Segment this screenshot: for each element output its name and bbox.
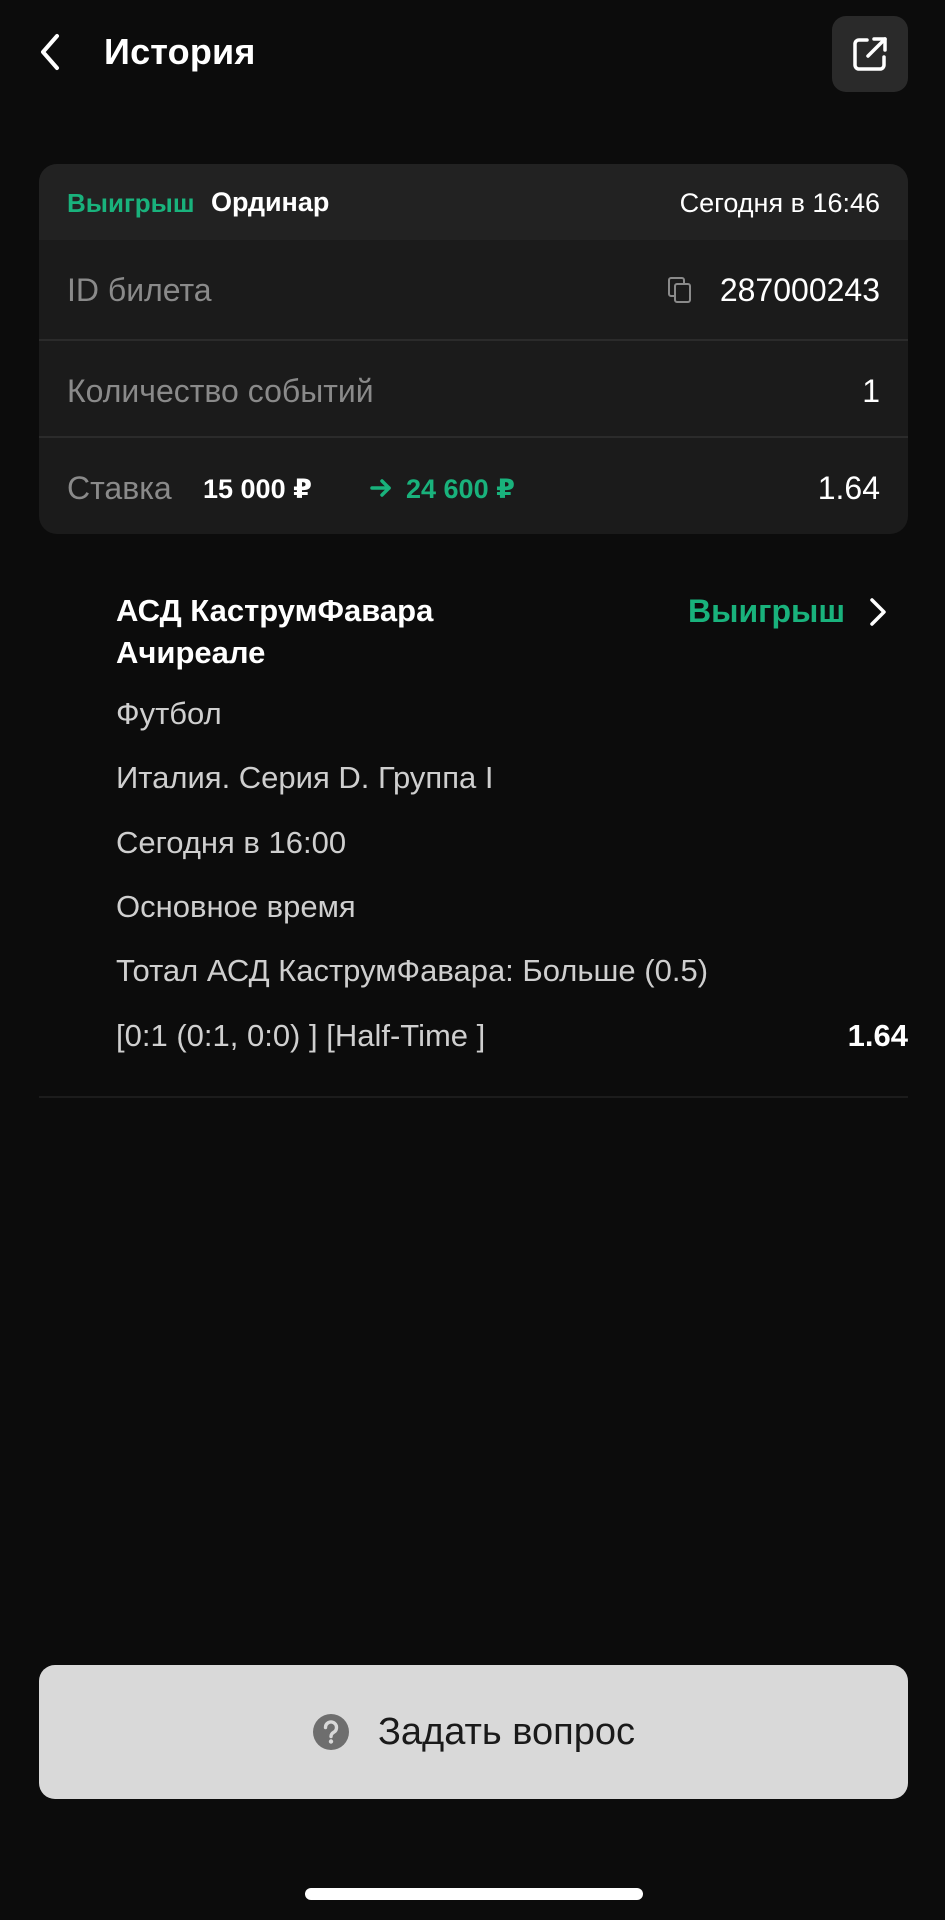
arrow-right-icon bbox=[370, 479, 391, 497]
ticket-status: Выигрыш bbox=[67, 188, 195, 218]
home-indicator[interactable] bbox=[305, 1888, 643, 1900]
ticket-id-value: 287000243 bbox=[719, 272, 880, 308]
event-sport: Футбол bbox=[116, 696, 222, 731]
page-title: История bbox=[104, 31, 256, 72]
bet-type: Ординар bbox=[211, 187, 330, 217]
win-amount: 24 600 ₽ bbox=[406, 474, 515, 504]
events-count-label: Количество событий bbox=[67, 373, 374, 409]
header: История bbox=[0, 0, 945, 110]
event-status: Выигрыш bbox=[688, 593, 845, 629]
ticket-datetime: Сегодня в 16:46 bbox=[679, 188, 880, 218]
event-score: [0:1 (0:1, 0:0) ] [Half-Time ] bbox=[116, 1018, 486, 1053]
events-count-row: Количество событий 1 bbox=[39, 341, 908, 440]
chevron-right-icon[interactable] bbox=[866, 596, 890, 628]
question-circle-icon bbox=[312, 1714, 349, 1750]
stake-amount: 15 000 ₽ bbox=[203, 474, 312, 504]
chevron-left-icon bbox=[41, 34, 59, 70]
stake-row: Ставка 15 000 ₽ 24 600 ₽ 1.64 bbox=[39, 438, 908, 534]
event-title: АСД КаструмФавара Ачиреале bbox=[116, 593, 434, 670]
share-button[interactable] bbox=[832, 16, 908, 92]
ticket-id-label: ID билета bbox=[67, 272, 212, 308]
event-market: Тотал АСД КаструмФавара: Больше (0.5) bbox=[116, 953, 709, 988]
event-odds: 1.64 bbox=[847, 1018, 908, 1053]
ticket-card-header: Выигрыш Ординар Сегодня в 16:46 bbox=[39, 164, 908, 240]
event-league: Италия. Серия D. Группа I bbox=[116, 760, 494, 795]
ask-question-button[interactable]: Задать вопрос bbox=[39, 1665, 908, 1799]
ask-question-label: Задать вопрос bbox=[377, 1711, 636, 1753]
stake-label: Ставка bbox=[67, 470, 172, 506]
ticket-card: Выигрыш Ординар Сегодня в 16:46 ID билет… bbox=[39, 164, 908, 534]
back-button[interactable] bbox=[28, 30, 72, 74]
ticket-id-row: ID билета 287000243 bbox=[39, 240, 908, 339]
bet-history-page: История Выигрыш Ординар Сегодня в 16:46 … bbox=[0, 0, 945, 1920]
event-period: Основное время bbox=[116, 889, 356, 924]
external-link-icon bbox=[853, 37, 887, 71]
divider bbox=[39, 1096, 908, 1098]
events-count-value: 1 bbox=[862, 373, 880, 409]
ticket-odds: 1.64 bbox=[817, 470, 880, 506]
event-start-time: Сегодня в 16:00 bbox=[116, 825, 347, 860]
copy-icon[interactable] bbox=[667, 276, 693, 304]
